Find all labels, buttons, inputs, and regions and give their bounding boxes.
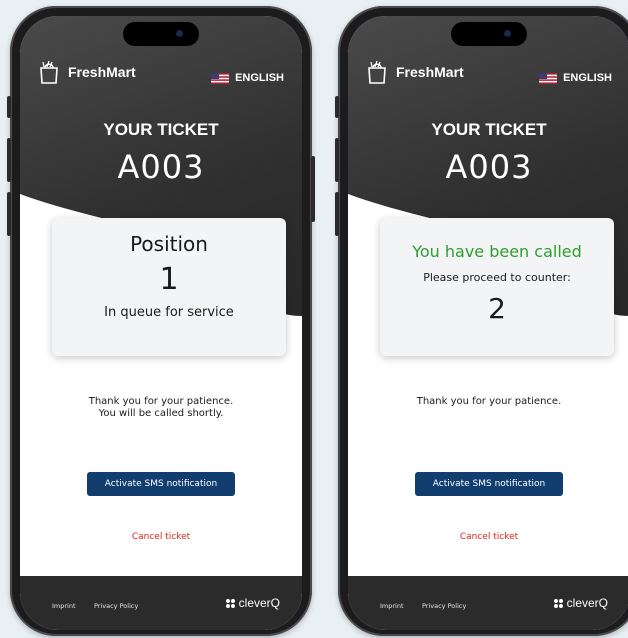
brand-logo: FreshMart [366, 60, 464, 84]
shopping-bag-icon [40, 60, 58, 84]
position-card: Position 1 In queue for service [52, 218, 286, 356]
footer: Imprint Privacy Policy cleverQ [348, 576, 628, 630]
phone-waiting: FreshMart ENGLISH YOUR TICKET A003 Posit… [7, 6, 315, 636]
screen: FreshMart ENGLISH YOUR TICKET A003 You h… [348, 16, 628, 630]
language-selector[interactable]: ENGLISH [539, 72, 612, 84]
activate-sms-button[interactable]: Activate SMS notification [87, 472, 235, 496]
cleverq-logo-text: cleverQ [238, 596, 280, 610]
ticket-title: YOUR TICKET [431, 120, 547, 139]
mute-switch [335, 96, 339, 118]
brand-name: FreshMart [68, 64, 136, 80]
us-flag-icon [539, 72, 558, 84]
proceed-prompt: Please proceed to counter: [423, 271, 571, 284]
called-card: You have been called Please proceed to c… [380, 218, 614, 356]
mute-switch [7, 96, 11, 118]
brand-logo: FreshMart [38, 60, 136, 84]
phone-called: FreshMart ENGLISH YOUR TICKET A003 You h… [335, 6, 628, 636]
language-label: ENGLISH [563, 72, 612, 84]
cancel-ticket-link[interactable]: Cancel ticket [20, 532, 302, 542]
camera-icon [176, 30, 183, 37]
ticket-number: A003 [117, 148, 205, 186]
footer: Imprint Privacy Policy cleverQ [20, 576, 302, 630]
brand-name: FreshMart [396, 64, 464, 80]
shopping-bag-icon [368, 60, 386, 84]
cleverq-logo-icon [553, 598, 563, 608]
imprint-link[interactable]: Imprint [52, 602, 76, 610]
power-button [311, 156, 315, 222]
position-value: 1 [159, 262, 179, 297]
volume-down-button [7, 192, 11, 236]
patience-message: Thank you for your patience. [348, 396, 628, 408]
called-heading: You have been called [412, 242, 582, 261]
cleverq-logo: cleverQ [225, 596, 280, 610]
counter-number: 2 [488, 292, 506, 325]
patience-message: Thank you for your patience. You will be… [20, 396, 302, 420]
patience-line-2: You will be called shortly. [98, 408, 224, 419]
privacy-policy-link[interactable]: Privacy Policy [94, 602, 138, 610]
volume-up-button [7, 138, 11, 182]
volume-up-button [335, 138, 339, 182]
us-flag-icon [211, 72, 230, 84]
dynamic-island [451, 22, 527, 46]
cleverq-logo-icon [225, 598, 235, 608]
camera-icon [504, 30, 511, 37]
patience-line-1: Thank you for your patience. [88, 396, 234, 407]
language-label: ENGLISH [235, 72, 284, 84]
cancel-ticket-link[interactable]: Cancel ticket [348, 532, 628, 542]
ticket-number: A003 [445, 148, 533, 186]
language-selector[interactable]: ENGLISH [211, 72, 284, 84]
privacy-policy-link[interactable]: Privacy Policy [422, 602, 466, 610]
queue-status: In queue for service [104, 305, 234, 320]
screen: FreshMart ENGLISH YOUR TICKET A003 Posit… [20, 16, 302, 630]
cleverq-logo-text: cleverQ [566, 596, 608, 610]
ticket-title: YOUR TICKET [103, 120, 219, 139]
dynamic-island [123, 22, 199, 46]
imprint-link[interactable]: Imprint [380, 602, 404, 610]
activate-sms-button[interactable]: Activate SMS notification [415, 472, 563, 496]
position-heading: Position [130, 232, 208, 256]
volume-down-button [335, 192, 339, 236]
patience-line-1: Thank you for your patience. [416, 396, 562, 407]
cleverq-logo: cleverQ [553, 596, 608, 610]
